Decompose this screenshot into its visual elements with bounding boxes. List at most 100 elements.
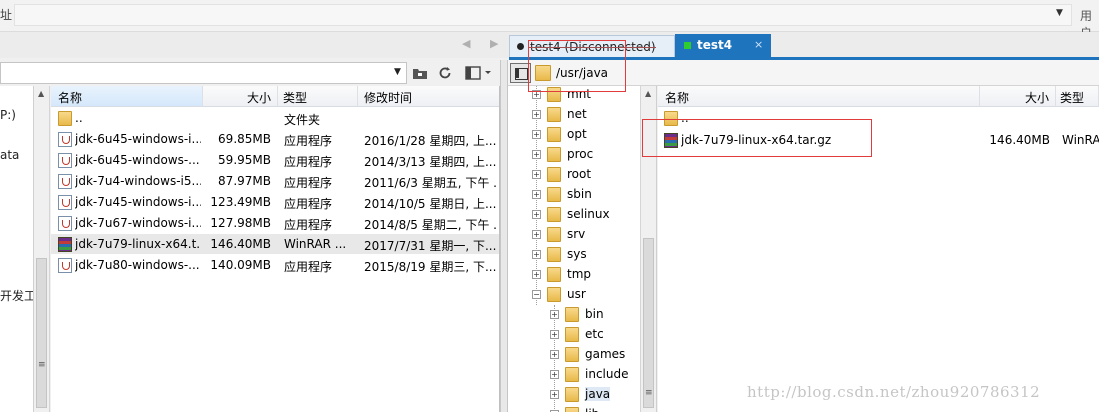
cell-name: jdk-7u79-linux-x64.t...: [75, 237, 201, 251]
tree-label: etc: [585, 327, 604, 341]
tree-node-srv[interactable]: + srv: [508, 225, 640, 245]
table-row[interactable]: jdk-7u80-windows-... 140.09MB 应用程序 2015/8/1…: [51, 255, 499, 275]
refresh-icon[interactable]: [436, 64, 454, 82]
cell-type: 应用程序: [284, 176, 333, 190]
tree-node-bin[interactable]: + bin: [508, 305, 640, 325]
expand-icon[interactable]: +: [532, 250, 541, 259]
java-icon: [58, 195, 72, 210]
cell-size: 69.85MB: [218, 132, 271, 146]
cell-name: ..: [75, 111, 83, 125]
tree-label: usr: [567, 287, 586, 301]
nav-item[interactable]: P:): [0, 108, 16, 122]
folder-icon: [565, 347, 579, 362]
scroll-grip-icon: ≡: [38, 360, 46, 370]
java-icon: [58, 216, 72, 231]
cell-modified: 2014/10/5 星期日, 上...: [364, 197, 497, 211]
table-row[interactable]: jdk-7u79-linux-x64.t... 146.40MB WinRAR ..…: [51, 234, 499, 254]
collapse-icon[interactable]: −: [532, 290, 541, 299]
tree-node-proc[interactable]: + proc: [508, 145, 640, 165]
cell-size: 146.40MB: [210, 237, 271, 251]
cell-modified: 2014/8/5 星期二, 下午 ...: [364, 218, 498, 232]
table-row[interactable]: jdk-7u67-windows-i... 127.98MB 应用程序 2014/8/…: [51, 213, 499, 233]
expand-icon[interactable]: +: [550, 330, 559, 339]
tree-node-include[interactable]: + include: [508, 365, 640, 385]
tree-node-sys[interactable]: + sys: [508, 245, 640, 265]
tree-label: proc: [567, 147, 594, 161]
tree-node-tmp[interactable]: + tmp: [508, 265, 640, 285]
tree-node-usr[interactable]: − usr: [508, 285, 640, 305]
cell-name: jdk-7u4-windows-i5...: [75, 174, 201, 188]
expand-icon[interactable]: +: [532, 210, 541, 219]
annotation-box-path: [528, 40, 626, 92]
column-header-type[interactable]: 类型: [1056, 86, 1099, 107]
table-row[interactable]: jdk-6u45-windows-... 59.95MB 应用程序 2014/3/13…: [51, 150, 499, 170]
table-row[interactable]: jdk-7u45-windows-i... 123.49MB 应用程序 2014/10…: [51, 192, 499, 212]
tree-label: lib: [585, 407, 599, 412]
pane-splitter[interactable]: [500, 60, 508, 412]
tree-node-games[interactable]: + games: [508, 345, 640, 365]
table-row[interactable]: .. 文件夹: [51, 108, 499, 128]
cell-type: 应用程序: [284, 155, 333, 169]
java-icon: [58, 174, 72, 189]
tab-scroll-arrows[interactable]: ◀ ▶: [462, 37, 506, 50]
cell-size: 123.49MB: [210, 195, 271, 209]
expand-icon[interactable]: +: [550, 310, 559, 319]
expand-icon[interactable]: +: [532, 150, 541, 159]
cell-size: 59.95MB: [218, 153, 271, 167]
expand-icon[interactable]: +: [550, 350, 559, 359]
tab-test4-active[interactable]: test4 ×: [675, 34, 771, 58]
view-mode-icon[interactable]: [464, 64, 494, 82]
folder-open-icon[interactable]: [411, 64, 429, 82]
tree-node-selinux[interactable]: + selinux: [508, 205, 640, 225]
nav-item[interactable]: ata: [0, 148, 19, 162]
column-header-size[interactable]: 大小: [203, 86, 278, 107]
tree-node-net[interactable]: + net: [508, 105, 640, 125]
java-icon: [58, 153, 72, 168]
folder-icon: [547, 247, 561, 262]
sort-ascending-icon: ^: [816, 86, 824, 93]
tab-label: test4: [697, 38, 733, 52]
scroll-up-icon[interactable]: ▲: [38, 89, 44, 98]
folder-icon: [58, 111, 72, 126]
scroll-up-icon[interactable]: ▲: [645, 89, 651, 98]
cell-type: WinRAR ...: [284, 237, 347, 251]
column-header-modified[interactable]: 修改时间: [358, 86, 499, 107]
column-header-size[interactable]: 大小: [980, 86, 1056, 107]
address-input[interactable]: [14, 4, 1072, 26]
tree-label: games: [585, 347, 626, 361]
expand-icon[interactable]: +: [550, 390, 559, 399]
tree-node-root[interactable]: + root: [508, 165, 640, 185]
tree-node-sbin[interactable]: + sbin: [508, 185, 640, 205]
expand-icon[interactable]: +: [532, 270, 541, 279]
expand-icon[interactable]: +: [532, 170, 541, 179]
vertical-scrollbar[interactable]: ▲ ≡: [34, 86, 50, 412]
chevron-down-icon[interactable]: ▼: [1056, 8, 1063, 18]
tree-node-opt[interactable]: + opt: [508, 125, 640, 145]
tree-node-etc[interactable]: + etc: [508, 325, 640, 345]
chevron-down-icon[interactable]: ▼: [394, 67, 401, 77]
expand-icon[interactable]: +: [532, 130, 541, 139]
expand-icon[interactable]: +: [550, 370, 559, 379]
cell-size: 146.40MB: [989, 133, 1050, 147]
column-header-name[interactable]: ^ 名称: [51, 86, 203, 107]
column-header-name[interactable]: ^ 名称: [658, 86, 980, 107]
cell-size: 127.98MB: [210, 216, 271, 230]
cell-modified: 2015/8/19 星期三, 下...: [364, 260, 497, 274]
tree-node-java[interactable]: + java: [508, 385, 640, 405]
cell-modified: 2016/1/28 星期四, 上...: [364, 134, 497, 148]
expand-icon[interactable]: +: [532, 230, 541, 239]
column-header-type[interactable]: 类型: [278, 86, 358, 107]
nav-item[interactable]: 开发工: [0, 287, 33, 304]
table-row[interactable]: jdk-6u45-windows-i... 69.85MB 应用程序 2016/1/2…: [51, 129, 499, 149]
scroll-thumb[interactable]: [36, 258, 47, 408]
table-row[interactable]: jdk-7u4-windows-i5... 87.97MB 应用程序 2011/6/3…: [51, 171, 499, 191]
tree-label: sbin: [567, 187, 592, 201]
scroll-thumb[interactable]: [643, 238, 654, 408]
tree-node-lib[interactable]: +lib: [508, 405, 640, 412]
expand-icon[interactable]: +: [532, 110, 541, 119]
expand-icon[interactable]: +: [532, 190, 541, 199]
cell-name: jdk-7u45-windows-i...: [75, 195, 201, 209]
local-path-input[interactable]: [0, 62, 407, 84]
close-icon[interactable]: ×: [754, 38, 763, 51]
tree-label: selinux: [567, 207, 610, 221]
